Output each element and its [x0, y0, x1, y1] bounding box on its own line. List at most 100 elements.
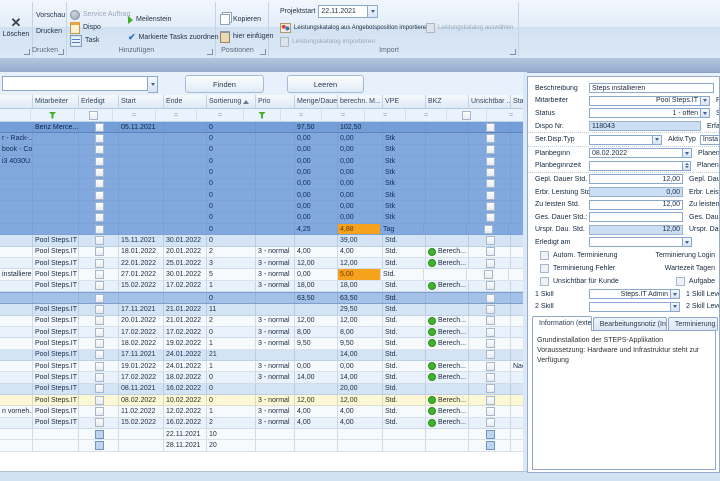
- table-row[interactable]: Pool Steps.IT08.02.202210.02.202203 - no…: [0, 395, 523, 406]
- dropdown-arrow-icon[interactable]: [701, 108, 710, 118]
- unsichtbar-checkbox[interactable]: [486, 259, 495, 268]
- unsichtbar-checkbox[interactable]: [486, 236, 495, 245]
- unsichtbar-checkbox[interactable]: [486, 145, 495, 154]
- lk-import-button[interactable]: Leistungskatalog importieren: [280, 36, 375, 47]
- column-header-desc[interactable]: [0, 95, 33, 108]
- unsichtbar-checkbox[interactable]: [486, 316, 495, 325]
- service-auftrag-button[interactable]: Service Auftrag: [70, 9, 130, 20]
- column-header-menge[interactable]: Menge/Dauer: [295, 95, 338, 108]
- erledigt-checkbox[interactable]: [95, 145, 104, 154]
- unsichtbar-checkbox[interactable]: [486, 294, 495, 303]
- filter-cell-bkz[interactable]: =: [406, 109, 447, 121]
- table-row[interactable]: Pool Steps.IT19.01.202224.01.202213 - no…: [0, 361, 523, 372]
- erledigt-checkbox[interactable]: [95, 225, 104, 234]
- unsichtbar-checkbox[interactable]: [486, 157, 495, 166]
- filter-cell-sort[interactable]: =: [197, 109, 244, 121]
- dialog-launcher-icon[interactable]: [58, 49, 64, 55]
- dropdown-arrow-icon[interactable]: [683, 148, 692, 158]
- field-text[interactable]: Steps installieren: [589, 83, 714, 93]
- erledigt-checkbox[interactable]: [95, 168, 104, 177]
- table-row[interactable]: 28.11.202120: [0, 440, 523, 451]
- field-combo2[interactable]: [589, 135, 653, 145]
- field-date[interactable]: [589, 237, 683, 247]
- table-row[interactable]: Pool Steps.IT17.11.202124.01.20222114,00…: [0, 350, 523, 361]
- dropdown-arrow-icon[interactable]: [671, 289, 680, 299]
- unsichtbar-checkbox[interactable]: [486, 213, 495, 222]
- unsichtbar-checkbox[interactable]: [486, 191, 495, 200]
- filter-cell-vpe[interactable]: =: [365, 109, 406, 121]
- table-row[interactable]: 00,000,00Stk: [0, 213, 523, 224]
- erledigt-checkbox[interactable]: [95, 328, 104, 337]
- erledigt-checkbox[interactable]: [95, 202, 104, 211]
- dialog-launcher-icon[interactable]: [510, 49, 516, 55]
- unsichtbar-checkbox[interactable]: [486, 168, 495, 177]
- erledigt-checkbox[interactable]: [95, 316, 104, 325]
- table-row[interactable]: 00,000,00Stk: [0, 201, 523, 212]
- spinner-icon[interactable]: [683, 161, 691, 171]
- unsichtbar-checkbox[interactable]: [486, 328, 495, 337]
- table-row[interactable]: i3 4030U...00,000,00Stk: [0, 156, 523, 167]
- erledigt-checkbox[interactable]: [95, 339, 104, 348]
- table-row[interactable]: 063,5063,50Std.: [0, 292, 523, 304]
- column-header-sort[interactable]: Sortierung: [207, 95, 256, 108]
- unsichtbar-checkbox[interactable]: [486, 418, 495, 427]
- column-header-erl[interactable]: Erledigt: [79, 95, 119, 108]
- erledigt-checkbox[interactable]: [95, 373, 104, 382]
- field-spin[interactable]: [589, 161, 683, 171]
- filter-equals-icon[interactable]: =: [174, 112, 178, 119]
- column-header-ende[interactable]: Ende: [164, 95, 207, 108]
- preview-button[interactable]: Vorschau: [36, 10, 65, 21]
- field-secondary[interactable]: Insta: [700, 135, 720, 145]
- tab-bearbeitungsnotiz-intern-[interactable]: Bearbeitungsnotiz (Intern): [593, 317, 667, 331]
- filter-cell-uns[interactable]: [447, 109, 487, 121]
- dialog-launcher-icon[interactable]: [207, 49, 213, 55]
- erledigt-checkbox[interactable]: [95, 247, 104, 256]
- filter-cell-ber[interactable]: =: [322, 109, 365, 121]
- dropdown-arrow-icon[interactable]: [701, 96, 710, 106]
- checkbox[interactable]: [540, 264, 549, 273]
- filter-checkbox[interactable]: [462, 111, 471, 120]
- task-button[interactable]: Task: [70, 35, 99, 46]
- clear-button[interactable]: Leeren: [287, 75, 364, 93]
- skill-combo[interactable]: Steps.IT Admin: [589, 289, 671, 299]
- table-row[interactable]: Pool Steps.IT22.01.202225.01.202233 - no…: [0, 258, 523, 269]
- unsichtbar-checkbox[interactable]: [486, 123, 495, 132]
- column-header-vpe[interactable]: VPE: [383, 95, 426, 108]
- unsichtbar-checkbox[interactable]: [486, 134, 495, 143]
- erledigt-checkbox[interactable]: [95, 407, 104, 416]
- unsichtbar-checkbox[interactable]: [486, 441, 495, 450]
- table-row[interactable]: book - Co...00,000,00Stk: [0, 145, 523, 156]
- table-row[interactable]: Pool Steps.IT08.11.202116.02.2022020,00S…: [0, 384, 523, 395]
- table-row[interactable]: Pool Steps.IT15.02.202216.02.202223 - no…: [0, 418, 523, 429]
- filter-cell-menge[interactable]: =: [281, 109, 322, 121]
- copy-button[interactable]: Kopieren: [220, 14, 261, 25]
- table-row[interactable]: installierenPool Steps.IT27.01.202230.01…: [0, 269, 523, 280]
- table-row[interactable]: 00,000,00Stk: [0, 167, 523, 178]
- table-row[interactable]: Benz Merce...05.11.2021097,50102,50: [0, 122, 523, 133]
- erledigt-checkbox[interactable]: [95, 430, 104, 439]
- lk-angebot-button[interactable]: Leistungskatalog aus Angebotsposition im…: [280, 22, 429, 33]
- checkbox[interactable]: [540, 251, 549, 260]
- filter-cell-start[interactable]: =: [113, 109, 156, 121]
- filter-equals-icon[interactable]: =: [218, 112, 222, 119]
- field-date[interactable]: 08.02.2022: [589, 148, 683, 158]
- unsichtbar-checkbox[interactable]: [484, 225, 493, 234]
- table-row[interactable]: Pool Steps.IT15.11.202130.01.2022039,00S…: [0, 235, 523, 246]
- table-row[interactable]: n vorneh...Pool Steps.IT11.02.202212.02.…: [0, 406, 523, 417]
- erledigt-checkbox[interactable]: [95, 281, 104, 290]
- filter-equals-icon[interactable]: =: [509, 112, 513, 119]
- unsichtbar-checkbox[interactable]: [486, 407, 495, 416]
- field-combo[interactable]: 1 - offen: [589, 108, 701, 118]
- erledigt-checkbox[interactable]: [95, 134, 104, 143]
- unsichtbar-checkbox[interactable]: [486, 362, 495, 371]
- column-header-bkz[interactable]: BKZ: [426, 95, 469, 108]
- unsichtbar-checkbox[interactable]: [486, 430, 495, 439]
- dropdown-arrow-icon[interactable]: [683, 237, 692, 247]
- column-header-prio[interactable]: Prio: [256, 95, 295, 108]
- filter-equals-icon[interactable]: =: [132, 112, 136, 119]
- dialog-launcher-icon[interactable]: [260, 49, 266, 55]
- tab-information-extern-[interactable]: Information (extern): [532, 316, 592, 331]
- field-num[interactable]: [589, 212, 683, 222]
- table-row[interactable]: Pool Steps.IT18.02.202219.02.202213 - no…: [0, 338, 523, 349]
- unsichtbar-checkbox[interactable]: [486, 247, 495, 256]
